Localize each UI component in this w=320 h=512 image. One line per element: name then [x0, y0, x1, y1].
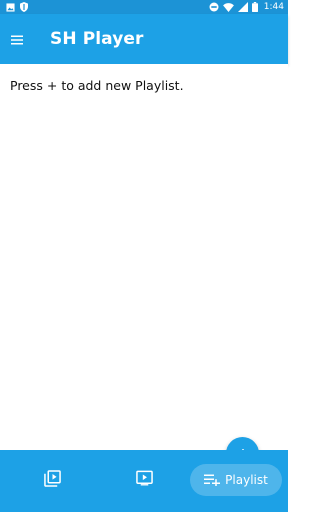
- nav-item-library[interactable]: [36, 464, 68, 496]
- status-left-icons: [6, 2, 28, 12]
- empty-state-message: Press + to add new Playlist.: [10, 78, 184, 93]
- video-player-icon: [135, 470, 153, 490]
- menu-button[interactable]: [1, 23, 33, 55]
- nav-item-playlist[interactable]: Playlist: [190, 464, 282, 496]
- playlist-add-icon: [204, 471, 221, 490]
- main-content: Press + to add new Playlist.: [0, 64, 288, 470]
- minus-circle-icon: [209, 2, 219, 12]
- status-bar: 1:44: [0, 0, 288, 14]
- status-time: 1:44: [263, 2, 284, 12]
- wifi-icon: [222, 2, 234, 12]
- signal-icon: [237, 2, 248, 12]
- app-bar: SH Player: [0, 14, 288, 64]
- page-title: SH Player: [50, 29, 144, 49]
- shield-icon: [20, 2, 28, 12]
- video-library-icon: [43, 469, 61, 491]
- status-right-icons: 1:44: [209, 2, 284, 12]
- nav-item-playlist-label: Playlist: [225, 473, 268, 487]
- bottom-navigation: Playlist: [0, 450, 288, 512]
- image-icon: [6, 2, 15, 12]
- hamburger-menu-icon: [11, 30, 23, 49]
- nav-item-video[interactable]: [128, 464, 160, 496]
- battery-icon: [251, 2, 258, 12]
